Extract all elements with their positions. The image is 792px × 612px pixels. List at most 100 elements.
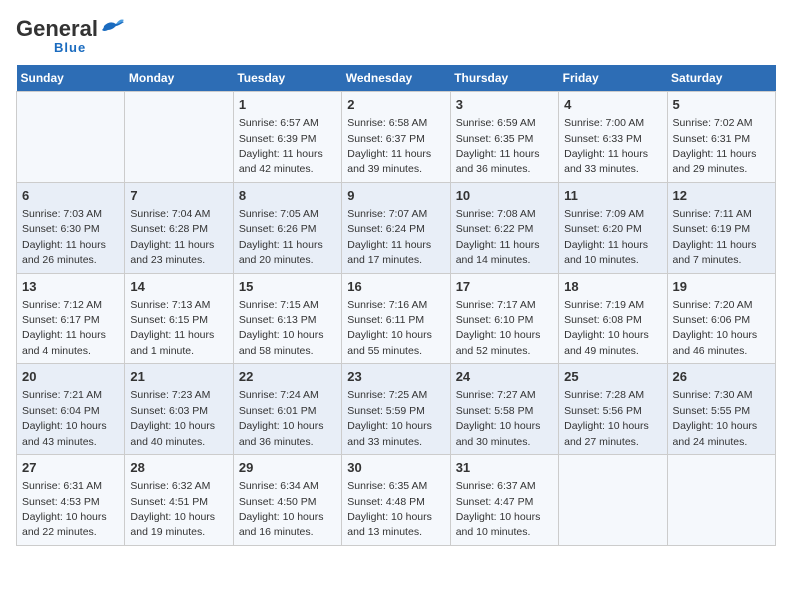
day-number: 8 (239, 187, 336, 205)
calendar-cell: 1 Sunrise: 6:57 AM Sunset: 6:39 PM Daylig… (233, 92, 341, 183)
day-number: 27 (22, 459, 119, 477)
day-number: 26 (673, 368, 770, 386)
day-number: 2 (347, 96, 444, 114)
day-info: Sunrise: 7:11 AM Sunset: 6:19 PM Dayligh… (673, 208, 757, 266)
day-number: 3 (456, 96, 553, 114)
logo-general: General (16, 16, 98, 42)
calendar-cell (125, 92, 233, 183)
calendar-cell: 26 Sunrise: 7:30 AM Sunset: 5:55 PM Dayli… (667, 364, 775, 455)
calendar-cell: 18Sunrise: 7:19 AM Sunset: 6:08 PM Dayli… (559, 273, 667, 364)
day-number: 23 (347, 368, 444, 386)
calendar-cell: 8 Sunrise: 7:05 AM Sunset: 6:26 PM Daylig… (233, 182, 341, 273)
day-number: 17 (456, 278, 553, 296)
weekday-header-thursday: Thursday (450, 65, 558, 92)
day-number: 15 (239, 278, 336, 296)
calendar-cell: 19 Sunrise: 7:20 AM Sunset: 6:06 PM Dayli… (667, 273, 775, 364)
day-info: Sunrise: 7:08 AM Sunset: 6:22 PM Dayligh… (456, 208, 540, 266)
day-info: Sunrise: 7:19 AM Sunset: 6:08 PM Dayligh… (564, 299, 649, 357)
day-number: 25 (564, 368, 661, 386)
day-info: Sunrise: 7:30 AM Sunset: 5:55 PM Dayligh… (673, 389, 758, 447)
calendar-cell: 6 Sunrise: 7:03 AM Sunset: 6:30 PM Daylig… (17, 182, 125, 273)
day-number: 11 (564, 187, 661, 205)
day-info: Sunrise: 6:34 AM Sunset: 4:50 PM Dayligh… (239, 480, 324, 538)
day-number: 4 (564, 96, 661, 114)
calendar-week-3: 13 Sunrise: 7:12 AM Sunset: 6:17 PM Dayli… (17, 273, 776, 364)
day-number: 30 (347, 459, 444, 477)
calendar-cell: 4Sunrise: 7:00 AM Sunset: 6:33 PM Daylig… (559, 92, 667, 183)
calendar-table: SundayMondayTuesdayWednesdayThursdayFrid… (16, 65, 776, 546)
weekday-header-monday: Monday (125, 65, 233, 92)
calendar-cell: 20 Sunrise: 7:21 AM Sunset: 6:04 PM Dayli… (17, 364, 125, 455)
calendar-cell: 14 Sunrise: 7:13 AM Sunset: 6:15 PM Dayli… (125, 273, 233, 364)
weekday-header-tuesday: Tuesday (233, 65, 341, 92)
day-info: Sunrise: 6:57 AM Sunset: 6:39 PM Dayligh… (239, 117, 323, 175)
day-info: Sunrise: 7:15 AM Sunset: 6:13 PM Dayligh… (239, 299, 324, 357)
day-number: 21 (130, 368, 227, 386)
calendar-cell (17, 92, 125, 183)
calendar-cell: 24 Sunrise: 7:27 AM Sunset: 5:58 PM Dayli… (450, 364, 558, 455)
day-info: Sunrise: 7:04 AM Sunset: 6:28 PM Dayligh… (130, 208, 214, 266)
day-number: 20 (22, 368, 119, 386)
calendar-cell: 9Sunrise: 7:07 AM Sunset: 6:24 PM Daylig… (342, 182, 450, 273)
day-info: Sunrise: 7:03 AM Sunset: 6:30 PM Dayligh… (22, 208, 106, 266)
day-info: Sunrise: 7:05 AM Sunset: 6:26 PM Dayligh… (239, 208, 323, 266)
day-number: 24 (456, 368, 553, 386)
calendar-cell: 13 Sunrise: 7:12 AM Sunset: 6:17 PM Dayli… (17, 273, 125, 364)
calendar-cell (667, 455, 775, 546)
day-info: Sunrise: 6:31 AM Sunset: 4:53 PM Dayligh… (22, 480, 107, 538)
calendar-cell: 10 Sunrise: 7:08 AM Sunset: 6:22 PM Dayli… (450, 182, 558, 273)
day-number: 22 (239, 368, 336, 386)
calendar-cell: 7 Sunrise: 7:04 AM Sunset: 6:28 PM Daylig… (125, 182, 233, 273)
calendar-week-2: 6 Sunrise: 7:03 AM Sunset: 6:30 PM Daylig… (17, 182, 776, 273)
calendar-cell: 16Sunrise: 7:16 AM Sunset: 6:11 PM Dayli… (342, 273, 450, 364)
day-info: Sunrise: 7:24 AM Sunset: 6:01 PM Dayligh… (239, 389, 324, 447)
day-info: Sunrise: 7:07 AM Sunset: 6:24 PM Dayligh… (347, 208, 431, 266)
day-info: Sunrise: 7:20 AM Sunset: 6:06 PM Dayligh… (673, 299, 758, 357)
day-info: Sunrise: 6:58 AM Sunset: 6:37 PM Dayligh… (347, 117, 431, 175)
calendar-cell: 15 Sunrise: 7:15 AM Sunset: 6:13 PM Dayli… (233, 273, 341, 364)
calendar-cell: 28 Sunrise: 6:32 AM Sunset: 4:51 PM Dayli… (125, 455, 233, 546)
calendar-cell: 25 Sunrise: 7:28 AM Sunset: 5:56 PM Dayli… (559, 364, 667, 455)
calendar-cell: 22 Sunrise: 7:24 AM Sunset: 6:01 PM Dayli… (233, 364, 341, 455)
day-info: Sunrise: 6:59 AM Sunset: 6:35 PM Dayligh… (456, 117, 540, 175)
weekday-header-saturday: Saturday (667, 65, 775, 92)
day-info: Sunrise: 7:02 AM Sunset: 6:31 PM Dayligh… (673, 117, 757, 175)
logo: General Blue (16, 16, 124, 55)
calendar-cell: 30 Sunrise: 6:35 AM Sunset: 4:48 PM Dayli… (342, 455, 450, 546)
calendar-cell: 31 Sunrise: 6:37 AM Sunset: 4:47 PM Dayli… (450, 455, 558, 546)
day-number: 12 (673, 187, 770, 205)
day-number: 19 (673, 278, 770, 296)
day-info: Sunrise: 6:35 AM Sunset: 4:48 PM Dayligh… (347, 480, 432, 538)
day-number: 6 (22, 187, 119, 205)
calendar-cell: 12 Sunrise: 7:11 AM Sunset: 6:19 PM Dayli… (667, 182, 775, 273)
calendar-week-5: 27 Sunrise: 6:31 AM Sunset: 4:53 PM Dayli… (17, 455, 776, 546)
weekday-header-sunday: Sunday (17, 65, 125, 92)
calendar-cell: 23Sunrise: 7:25 AM Sunset: 5:59 PM Dayli… (342, 364, 450, 455)
day-info: Sunrise: 7:17 AM Sunset: 6:10 PM Dayligh… (456, 299, 541, 357)
calendar-cell (559, 455, 667, 546)
day-info: Sunrise: 6:37 AM Sunset: 4:47 PM Dayligh… (456, 480, 541, 538)
calendar-cell: 29Sunrise: 6:34 AM Sunset: 4:50 PM Dayli… (233, 455, 341, 546)
day-info: Sunrise: 7:13 AM Sunset: 6:15 PM Dayligh… (130, 299, 214, 357)
day-number: 13 (22, 278, 119, 296)
weekday-header-friday: Friday (559, 65, 667, 92)
day-number: 7 (130, 187, 227, 205)
page-header: General Blue (16, 16, 776, 55)
day-info: Sunrise: 7:12 AM Sunset: 6:17 PM Dayligh… (22, 299, 106, 357)
day-number: 10 (456, 187, 553, 205)
day-number: 1 (239, 96, 336, 114)
day-info: Sunrise: 6:32 AM Sunset: 4:51 PM Dayligh… (130, 480, 215, 538)
day-number: 28 (130, 459, 227, 477)
calendar-week-4: 20 Sunrise: 7:21 AM Sunset: 6:04 PM Dayli… (17, 364, 776, 455)
calendar-cell: 5 Sunrise: 7:02 AM Sunset: 6:31 PM Daylig… (667, 92, 775, 183)
day-number: 16 (347, 278, 444, 296)
day-number: 5 (673, 96, 770, 114)
day-info: Sunrise: 7:23 AM Sunset: 6:03 PM Dayligh… (130, 389, 215, 447)
calendar-cell: 17 Sunrise: 7:17 AM Sunset: 6:10 PM Dayli… (450, 273, 558, 364)
day-info: Sunrise: 7:28 AM Sunset: 5:56 PM Dayligh… (564, 389, 649, 447)
calendar-cell: 11Sunrise: 7:09 AM Sunset: 6:20 PM Dayli… (559, 182, 667, 273)
day-info: Sunrise: 7:27 AM Sunset: 5:58 PM Dayligh… (456, 389, 541, 447)
day-number: 14 (130, 278, 227, 296)
day-number: 31 (456, 459, 553, 477)
day-info: Sunrise: 7:21 AM Sunset: 6:04 PM Dayligh… (22, 389, 107, 447)
